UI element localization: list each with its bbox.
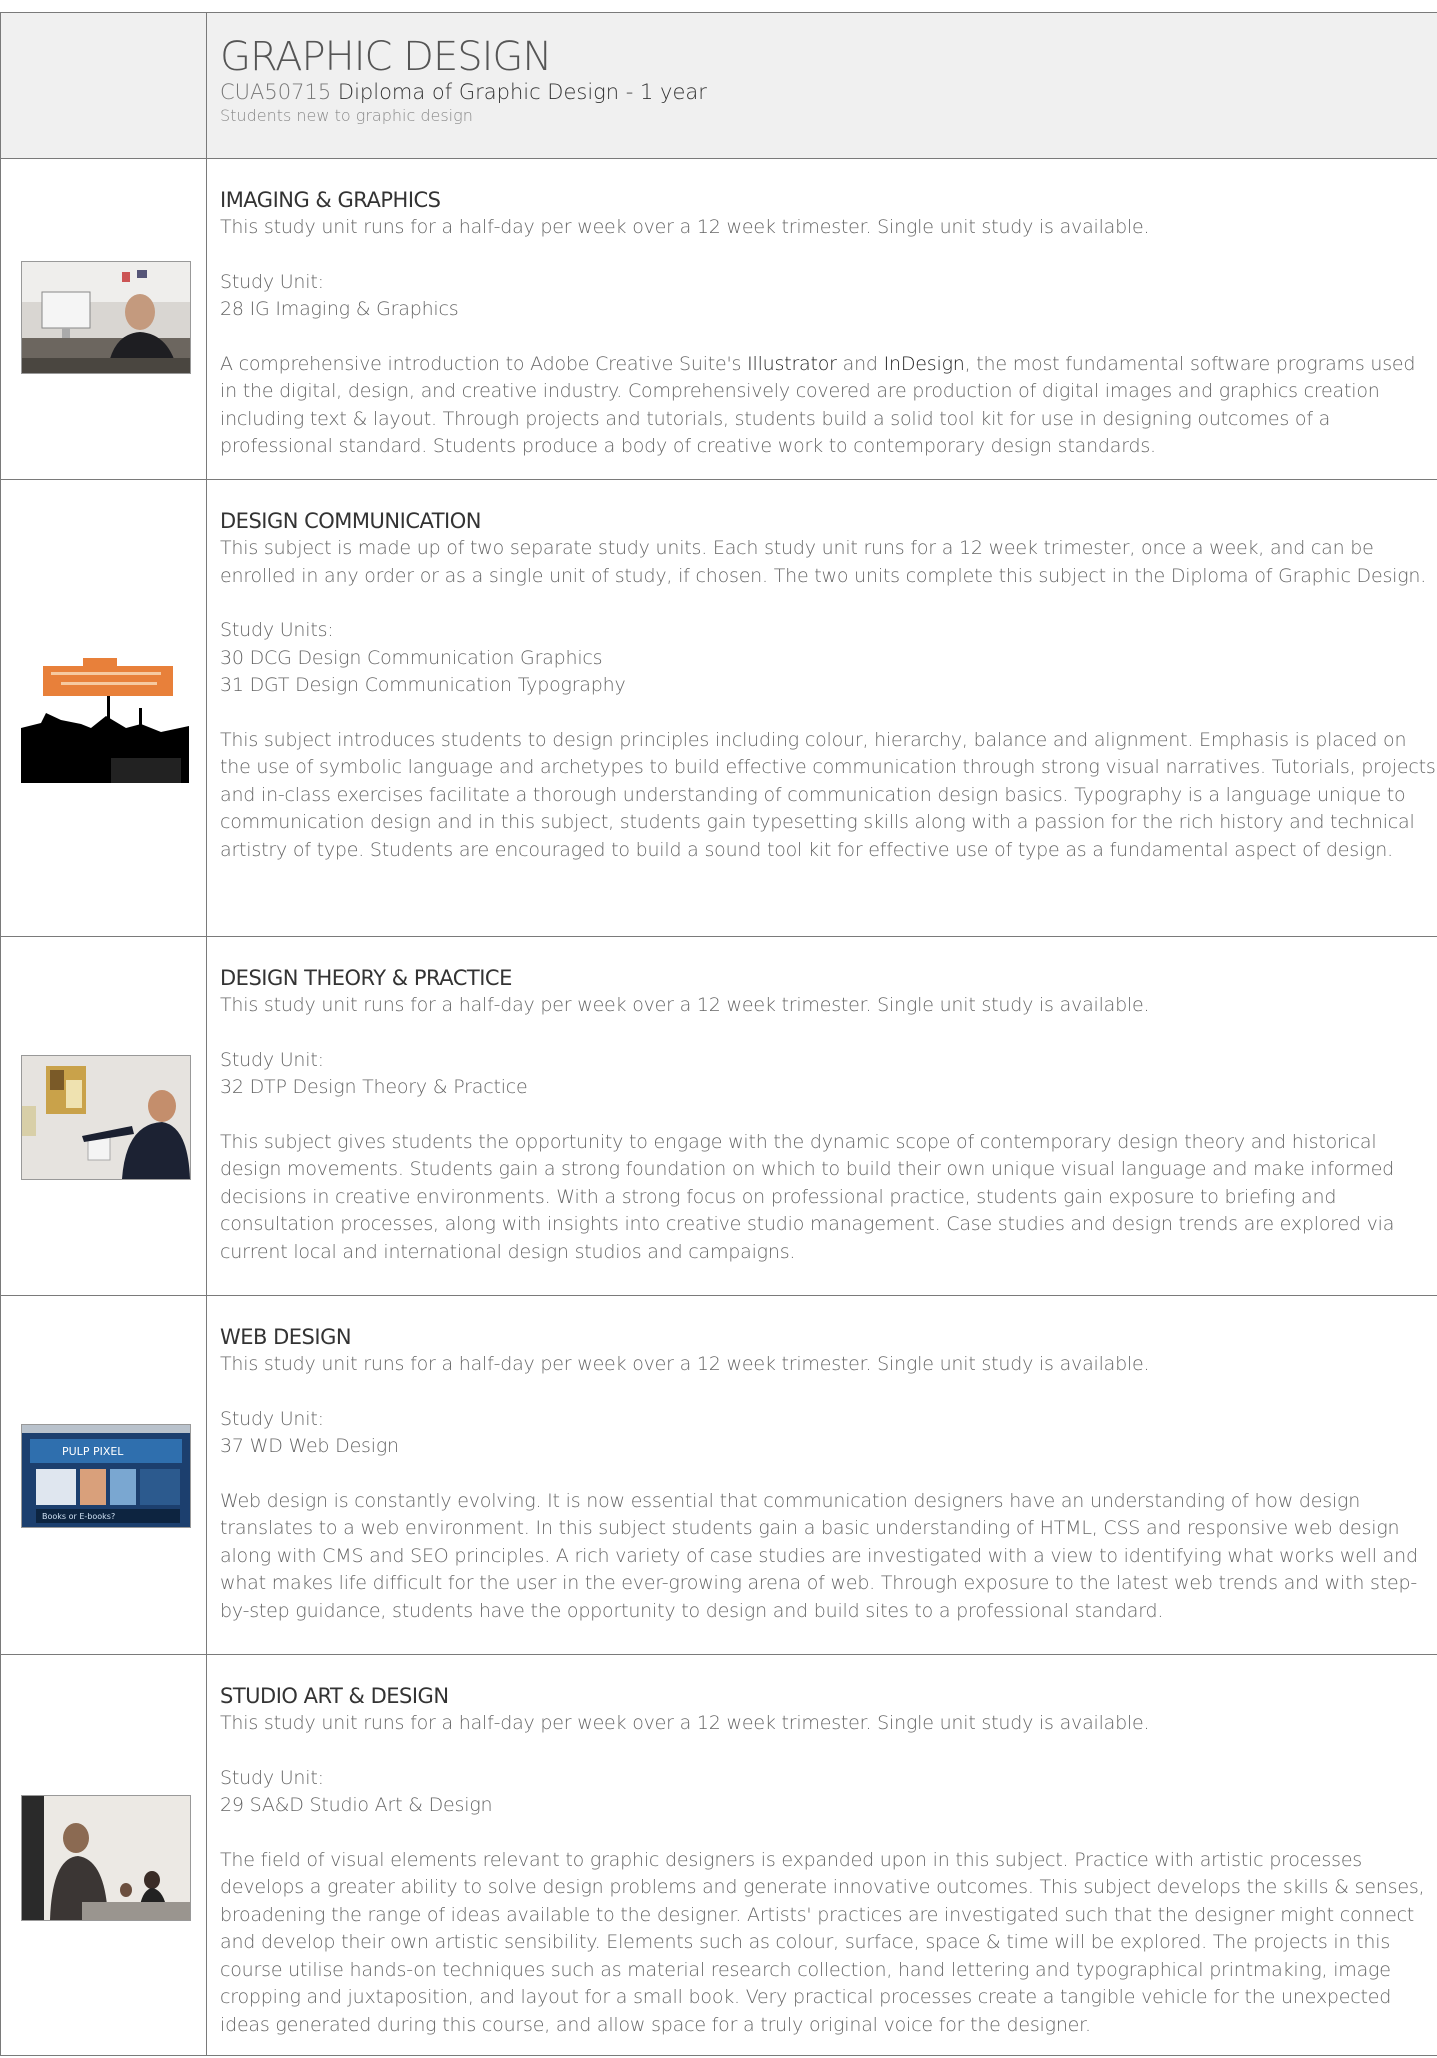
- section-intro: This study unit runs for a half-day per …: [220, 1712, 1150, 1734]
- diploma-name: Diploma of Graphic Design: [337, 80, 620, 104]
- section-title: STUDIO ART & DESIGN: [220, 1684, 449, 1708]
- section-description: Web design is constantly evolving. It is…: [220, 1489, 1418, 1622]
- section-title: DESIGN COMMUNICATION: [220, 509, 481, 533]
- section-intro: This subject is made up of two separate …: [220, 537, 1427, 587]
- section-design-theory-practice: DESIGN THEORY & PRACTICE This study unit…: [0, 936, 1437, 1295]
- study-unit-label: Study Unit:: [220, 270, 324, 293]
- course-code-line: CUA50715 Diploma of Graphic Design - 1 y…: [220, 79, 1437, 106]
- study-unit-item: 28 IG Imaging & Graphics: [220, 298, 459, 320]
- section-intro: This study unit runs for a half-day per …: [220, 1353, 1150, 1375]
- svg-text:PULP PIXEL: PULP PIXEL: [62, 1445, 124, 1458]
- study-unit-label: Study Unit:: [220, 1048, 324, 1071]
- study-unit-item: 31 DGT Design Communication Typography: [220, 674, 626, 696]
- study-unit-item: 30 DCG Design Communication Graphics: [220, 646, 603, 669]
- illustrator-highlight: Illustrator: [747, 352, 837, 375]
- course-title: GRAPHIC DESIGN: [220, 34, 552, 80]
- study-unit-item: 37 WD Web Design: [220, 1435, 399, 1457]
- section-thumb-cell: [1, 1655, 207, 2055]
- header-blank-cell: [1, 13, 207, 158]
- study-unit-item: 29 SA&D Studio Art & Design: [220, 1794, 493, 1816]
- study-unit-label: Study Unit:: [220, 1766, 324, 1789]
- graphic-billboard-silhouette: [21, 628, 189, 783]
- course-code: CUA50715: [220, 80, 332, 104]
- section-thumb-cell: [1, 480, 207, 936]
- section-thumb-cell: [1, 159, 207, 479]
- section-web-design: PULP PIXEL Books or E-books? WEB DESIGN …: [0, 1295, 1437, 1654]
- description-text: A comprehensive introduction to Adobe Cr…: [220, 352, 748, 375]
- study-unit-label: Study Units:: [220, 619, 334, 641]
- study-unit-label: Study Unit:: [220, 1407, 324, 1430]
- section-studio-art-design: STUDIO ART & DESIGN This study unit runs…: [0, 1654, 1437, 2056]
- header-content: GRAPHIC DESIGN CUA50715 Diploma of Graph…: [207, 13, 1437, 158]
- section-title: DESIGN THEORY & PRACTICE: [220, 966, 512, 990]
- section-thumb-cell: PULP PIXEL Books or E-books?: [1, 1296, 207, 1654]
- indesign-highlight: InDesign: [883, 352, 965, 375]
- section-title: WEB DESIGN: [220, 1325, 352, 1349]
- section-imaging-graphics: IMAGING & GRAPHICS This study unit runs …: [0, 158, 1437, 479]
- section-title: IMAGING & GRAPHICS: [220, 188, 441, 212]
- section-thumb-cell: [1, 937, 207, 1295]
- photo-presenter-at-wall: [21, 1055, 191, 1180]
- photo-instructor-at-computer: [21, 261, 191, 374]
- screenshot-website: PULP PIXEL Books or E-books?: [21, 1424, 191, 1528]
- svg-text:Books or E-books?: Books or E-books?: [42, 1512, 115, 1521]
- section-intro: This study unit runs for a half-day per …: [220, 216, 1150, 238]
- section-content: DESIGN COMMUNICATION This subject is mad…: [207, 480, 1437, 936]
- section-content: IMAGING & GRAPHICS This study unit runs …: [207, 159, 1437, 479]
- course-header: GRAPHIC DESIGN CUA50715 Diploma of Graph…: [0, 12, 1437, 158]
- course-sheet: GRAPHIC DESIGN CUA50715 Diploma of Graph…: [0, 12, 1437, 2056]
- section-description: The field of visual elements relevant to…: [220, 1848, 1425, 2036]
- section-content: WEB DESIGN This study unit runs for a ha…: [207, 1296, 1437, 1654]
- study-unit-item: 32 DTP Design Theory & Practice: [220, 1076, 528, 1098]
- section-intro: This study unit runs for a half-day per …: [220, 994, 1150, 1016]
- photo-classroom-students: [21, 1795, 191, 1921]
- section-content: STUDIO ART & DESIGN This study unit runs…: [207, 1655, 1437, 2055]
- section-description: A comprehensive introduction to Adobe Cr…: [220, 351, 1437, 461]
- description-text: and: [836, 352, 884, 375]
- section-description: This subject introduces students to desi…: [220, 728, 1436, 861]
- course-duration: - 1 year: [619, 80, 707, 104]
- section-content: DESIGN THEORY & PRACTICE This study unit…: [207, 937, 1437, 1295]
- section-design-communication: DESIGN COMMUNICATION This subject is mad…: [0, 479, 1437, 936]
- section-description: This subject gives students the opportun…: [220, 1130, 1395, 1263]
- course-note: Students new to graphic design: [220, 106, 473, 125]
